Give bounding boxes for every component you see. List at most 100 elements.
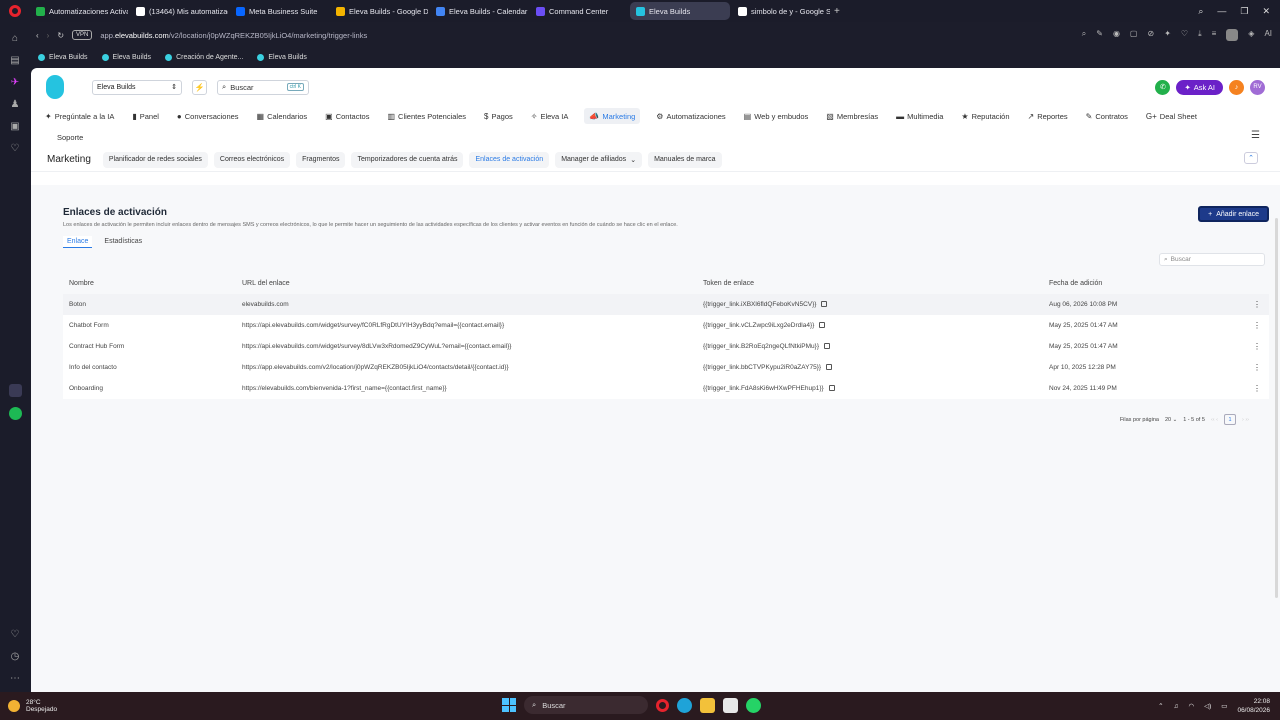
browser-tab[interactable]: Eleva Builds (630, 2, 730, 20)
person-icon[interactable]: ♟ (9, 98, 21, 110)
phone-icon[interactable]: ✆ (1155, 79, 1171, 95)
nav-item-automatizaciones[interactable]: ⚙ Automatizaciones (654, 108, 727, 124)
new-tab-icon[interactable]: + (834, 6, 840, 17)
clock[interactable]: 22:08 06/08/2026 (1237, 697, 1270, 715)
col-fecha[interactable]: Fecha de adición (1043, 273, 1243, 294)
url-field[interactable]: app.elevabuilds.com/v2/location/j0pWZqRE… (100, 31, 367, 40)
sliders-icon[interactable]: ☰ (1251, 130, 1260, 141)
whatsapp-taskbar-icon[interactable] (746, 697, 761, 713)
browser-tab[interactable]: Command Center (530, 2, 628, 20)
browser-tab[interactable]: Meta Business Suite (230, 2, 328, 20)
opera-taskbar-icon[interactable] (656, 698, 669, 712)
copy-icon[interactable] (821, 301, 828, 308)
subnav-item[interactable]: Planificador de redes sociales (102, 151, 208, 168)
nav-item-conversaciones[interactable]: ● Conversaciones (175, 108, 241, 124)
taskbar-search[interactable]: ⌕ Buscar (524, 696, 648, 714)
briefcase-icon[interactable]: ▣ (9, 120, 21, 132)
app-icon[interactable] (8, 384, 22, 397)
history-icon[interactable]: ◷ (9, 650, 21, 662)
windows-start-icon[interactable] (502, 698, 516, 712)
tab-estadisticas[interactable]: Estadísticas (100, 236, 146, 248)
zoom-icon[interactable]: ⌕ (1082, 29, 1086, 41)
wallet-icon[interactable]: ◈ (1248, 29, 1254, 41)
more-icon[interactable]: ⋯ (9, 672, 21, 684)
edge-taskbar-icon[interactable] (677, 697, 692, 713)
cell-url[interactable]: elevabuilds.com (236, 294, 697, 315)
opera-logo-icon[interactable] (0, 0, 30, 22)
page-scrollbar[interactable] (1275, 218, 1278, 598)
subnav-item[interactable]: Correos electrónicos (213, 151, 291, 168)
nav-item-clientes-potenciales[interactable]: ▥ Clientes Potenciales (385, 108, 468, 124)
bookmark-item[interactable]: Creación de Agente... (165, 53, 243, 61)
nav-item-deal-sheet[interactable]: G+ Deal Sheet (1144, 108, 1199, 124)
cell-url[interactable]: https://elevabuilds.com/bienvenida-1?fir… (236, 378, 697, 399)
table-row[interactable]: Chatbot Form https://api.elevabuilds.com… (63, 315, 1269, 336)
collapse-icon[interactable]: ⌃ (1244, 152, 1258, 164)
cube-icon[interactable]: ▢ (1130, 29, 1138, 41)
col-url[interactable]: URL del enlace (236, 273, 697, 294)
table-row[interactable]: Contract Hub Form https://api.elevabuild… (63, 336, 1269, 357)
tab-enlace[interactable]: Enlace (63, 236, 93, 248)
nav-item-membres-as[interactable]: ▧ Membresías (824, 108, 880, 124)
table-row[interactable]: Boton elevabuilds.com {{trigger_link.iXB… (63, 294, 1269, 315)
cell-url[interactable]: https://app.elevabuilds.com/v2/location/… (236, 357, 697, 378)
col-token[interactable]: Token de enlace (697, 273, 1043, 294)
row-menu-icon[interactable]: ⋮ (1243, 378, 1269, 399)
subnav-item[interactable]: Manuales de marca (648, 151, 722, 168)
user-avatar[interactable]: RV (1250, 79, 1265, 95)
explorer-taskbar-icon[interactable] (700, 697, 715, 713)
col-nombre[interactable]: Nombre (63, 273, 236, 294)
spotify-icon[interactable] (8, 407, 22, 420)
location-select[interactable]: Eleva Builds ⇕ (92, 79, 182, 95)
camera-icon[interactable]: ◉ (1113, 29, 1120, 41)
copy-icon[interactable] (826, 364, 833, 371)
bookmark-item[interactable]: Eleva Builds (101, 53, 151, 61)
bookmark-item[interactable]: Eleva Builds (257, 53, 307, 61)
heart-icon[interactable]: ♡ (1181, 29, 1188, 41)
nav-item-eleva-ia[interactable]: ✧ Eleva IA (529, 108, 571, 124)
subnav-item[interactable]: Enlaces de activación (469, 151, 550, 168)
vpn-badge[interactable]: VPN (72, 30, 93, 40)
store-taskbar-icon[interactable] (723, 697, 738, 713)
nav-item-contratos[interactable]: ✎ Contratos (1084, 108, 1130, 124)
rows-per-page-select[interactable]: 20 ⌄ (1165, 417, 1177, 423)
extensions-icon[interactable]: ✦ (1164, 29, 1171, 41)
nav-item-pagos[interactable]: $ Pagos (482, 108, 515, 124)
bell-icon[interactable]: ♪ (1229, 79, 1244, 95)
heart-icon[interactable]: ♡ (9, 142, 21, 154)
restore-icon[interactable]: ❐ (1240, 6, 1248, 17)
browser-tab[interactable]: Automatizaciones Activas (30, 2, 128, 20)
table-row[interactable]: Onboarding https://elevabuilds.com/bienv… (63, 378, 1269, 399)
mic-icon[interactable]: ♫ (1174, 703, 1179, 710)
search-icon[interactable]: ⌕ (1198, 6, 1203, 17)
row-menu-icon[interactable]: ⋮ (1243, 336, 1269, 357)
battery-icon[interactable]: ▭ (1221, 702, 1227, 710)
nav-item-reportes[interactable]: ↗ Reportes (1026, 108, 1070, 124)
copy-icon[interactable] (828, 385, 835, 392)
download-icon[interactable]: ⤓ (1198, 29, 1202, 41)
weather-widget[interactable]: 28°C Despejado (0, 699, 57, 713)
cell-url[interactable]: https://api.elevabuilds.com/widget/surve… (236, 336, 697, 357)
table-row[interactable]: Info del contacto https://app.elevabuild… (63, 357, 1269, 378)
reload-icon[interactable]: ↻ (57, 31, 64, 40)
back-icon[interactable]: ‹ (36, 31, 39, 40)
bolt-icon[interactable]: ⚡ (192, 79, 207, 95)
adblock-icon[interactable]: ⊘ (1147, 29, 1154, 41)
nav-item-preg-ntale-a-la-ia[interactable]: ✦ Pregúntale a la IA (43, 108, 116, 124)
bookmark-item[interactable]: Eleva Builds (38, 53, 88, 61)
browser-tab[interactable]: (13464) Mis automatizacio (130, 2, 228, 20)
browser-tab[interactable]: simbolo de y - Google Se (732, 2, 830, 20)
ai-icon[interactable]: AI (1264, 29, 1272, 41)
nav-item-web-y-embudos[interactable]: ▤ Web y embudos (742, 108, 811, 124)
subnav-item[interactable]: Fragmentos (296, 151, 346, 168)
copy-icon[interactable] (819, 322, 826, 329)
browser-tab[interactable]: Eleva Builds - Calendar - S (430, 2, 528, 20)
global-search[interactable]: ⌕ Buscar ctrl K (217, 79, 309, 95)
subnav-item[interactable]: Temporizadores de cuenta atrás (351, 151, 464, 168)
nav-item-contactos[interactable]: ▣ Contactos (323, 108, 371, 124)
cell-url[interactable]: https://api.elevabuilds.com/widget/surve… (236, 315, 697, 336)
minimize-icon[interactable]: — (1217, 6, 1226, 17)
nav-item-panel[interactable]: ▮ Panel (130, 108, 161, 124)
forward-icon[interactable]: › (47, 31, 50, 40)
nav-item-calendarios[interactable]: ▦ Calendarios (255, 108, 310, 124)
